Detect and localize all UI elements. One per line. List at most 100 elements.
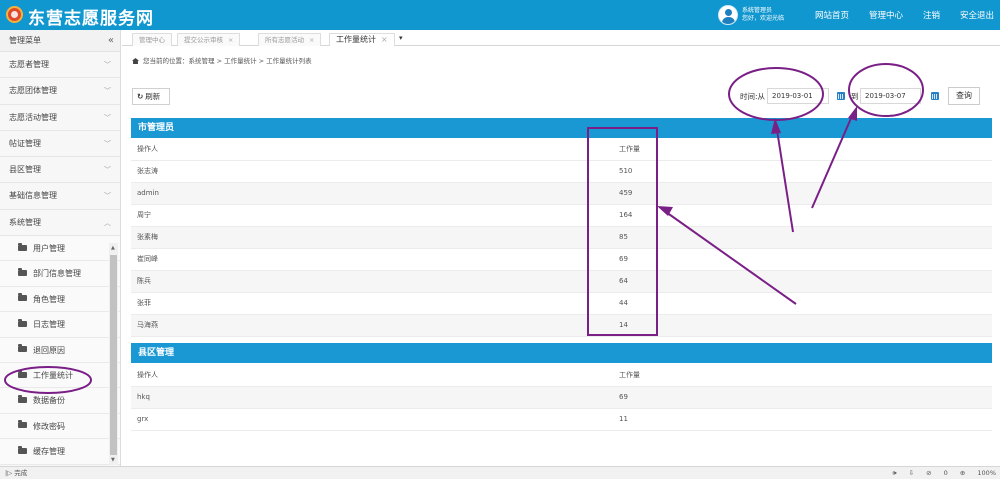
table-row: 马海燕 14 (131, 315, 992, 337)
sidebar-item-data-backup[interactable]: 数据备份 (0, 388, 120, 414)
sidebar-item-change-password[interactable]: 修改密码 (0, 413, 120, 440)
menu-label: 志愿团体管理 (9, 86, 57, 96)
refresh-icon: ↻ (137, 92, 144, 101)
calendar-icon[interactable] (931, 92, 939, 100)
close-icon[interactable]: × (309, 36, 314, 44)
folder-icon (18, 318, 27, 327)
tab-workload-stats[interactable]: 工作量统计 × (329, 33, 395, 46)
tab-all-activities[interactable]: 所有志愿活动 × (258, 33, 322, 46)
refresh-label: 刷新 (145, 92, 161, 101)
tab-bar: 管理中心 提交公示审核 × 所有志愿活动 × 工作量统计 × ▾ (122, 30, 1000, 46)
collapse-sidebar-icon[interactable]: « (108, 30, 114, 52)
col-workload: 工作量 (619, 145, 640, 153)
cell-operator: 张菲 (137, 299, 151, 307)
tab-dropdown-icon[interactable]: ▾ (399, 34, 403, 42)
sound-icon[interactable]: 🕪 (892, 469, 896, 477)
chevron-down-icon: ﹀ (104, 87, 111, 96)
sub-item-label: 数据备份 (33, 396, 65, 406)
cell-workload: 164 (619, 211, 633, 219)
folder-icon (18, 242, 27, 251)
sidebar-title: 管理菜单 (9, 36, 41, 45)
table-row: 崔同峰 69 (131, 249, 992, 271)
menu-basic-info[interactable]: 基础信息管理 ﹀ (0, 183, 120, 210)
status-left: |▷ 完成 (5, 469, 28, 477)
site-title: 东营志愿服务网 (28, 9, 154, 29)
zoom-level: 100% (977, 469, 996, 477)
scroll-up-icon[interactable]: ▲ (111, 245, 115, 251)
sub-item-label: 缓存管理 (33, 447, 65, 457)
table-row: grx 11 (131, 409, 992, 431)
date-from-input[interactable] (767, 88, 829, 104)
zoom-icon[interactable]: ⊕ 100% (960, 469, 996, 477)
menu-system[interactable]: 系统管理 ︿ (0, 210, 120, 237)
sidebar-header: 管理菜单 « (0, 30, 120, 52)
refresh-button[interactable]: ↻ 刷新 (132, 88, 170, 105)
query-button[interactable]: 查询 (948, 87, 980, 105)
user-info: 系统管理员 您好，欢迎光临 (742, 7, 784, 23)
sub-item-label: 工作量统计 (33, 371, 73, 381)
user-avatar-icon (718, 5, 738, 25)
col-operator: 操作人 (137, 371, 158, 379)
sidebar-item-return-reason[interactable]: 退回原因 (0, 337, 120, 364)
chevron-down-icon: ﹀ (104, 192, 111, 201)
breadcrumb-text: 您当前的位置：系统管理 > 工作量统计 > 工作量统计列表 (143, 57, 312, 65)
menu-volunteer[interactable]: 志愿者管理 ﹀ (0, 52, 120, 79)
sub-item-label: 角色管理 (33, 294, 65, 304)
menu-volunteer-activity[interactable]: 志愿活动管理 ﹀ (0, 105, 120, 131)
top-header: 东营志愿服务网 系统管理员 您好，欢迎光临 网站首页 管理中心 注销 安全退出 (0, 0, 1000, 30)
scroll-down-icon[interactable]: ▼ (111, 457, 115, 463)
chevron-down-icon: ﹀ (104, 113, 111, 122)
scrollbar-thumb[interactable] (110, 255, 117, 455)
cell-operator: hkq (137, 393, 150, 401)
cell-operator: admin (137, 189, 159, 197)
sidebar-item-log-mgmt[interactable]: 日志管理 (0, 312, 120, 338)
status-text: 完成 (14, 469, 28, 477)
sub-item-label: 日志管理 (33, 320, 65, 330)
sidebar-item-dept-mgmt[interactable]: 部门信息管理 (0, 261, 120, 287)
menu-certificate[interactable]: 帖证管理 ﹀ (0, 131, 120, 158)
user-role: 系统管理员 (742, 7, 773, 14)
cell-operator: 马海燕 (137, 321, 158, 329)
tab-label: 工作量统计 (336, 35, 376, 44)
nav-exit-link[interactable]: 安全退出 (960, 9, 994, 21)
menu-label: 志愿活动管理 (9, 112, 57, 122)
folder-icon (18, 267, 27, 276)
tab-submit-review[interactable]: 提交公示审核 × (177, 33, 241, 46)
close-icon[interactable]: × (381, 35, 388, 44)
menu-county[interactable]: 县区管理 ﹀ (0, 157, 120, 184)
cell-workload: 14 (619, 321, 628, 329)
city-admin-panel-title: 市管理员 (131, 118, 992, 138)
cell-workload: 510 (619, 167, 633, 175)
sub-item-label: 退回原因 (33, 345, 65, 355)
chevron-down-icon: ﹀ (104, 61, 111, 69)
tab-admin-center[interactable]: 管理中心 (132, 33, 172, 46)
tab-label: 提交公示审核 (184, 36, 223, 44)
time-from-label: 时间:从 (740, 92, 766, 101)
sidebar-scrollbar[interactable]: ▲ ▼ (109, 243, 118, 465)
folder-icon (18, 369, 27, 378)
col-operator: 操作人 (137, 145, 158, 153)
date-to-input[interactable] (860, 88, 921, 104)
col-workload: 工作量 (619, 371, 640, 379)
tab-label: 管理中心 (139, 36, 165, 44)
sidebar-item-workload-stats[interactable]: 工作量统计 (0, 363, 120, 389)
calendar-icon[interactable] (837, 92, 845, 100)
nav-logout-link[interactable]: 注销 (923, 9, 940, 21)
chevron-down-icon: ﹀ (104, 139, 111, 148)
blocked-icon[interactable]: ⊘ 0 (926, 469, 948, 477)
table-header-row: 操作人 工作量 (131, 139, 992, 161)
table-header-row: 操作人 工作量 (131, 365, 992, 387)
table-row: 陈兵 64 (131, 271, 992, 293)
sub-item-label: 修改密码 (33, 421, 65, 431)
menu-volunteer-group[interactable]: 志愿团体管理 ﹀ (0, 78, 120, 105)
close-icon[interactable]: × (228, 36, 233, 44)
nav-home-link[interactable]: 网站首页 (815, 9, 849, 21)
cell-operator: grx (137, 415, 149, 423)
download-icon[interactable]: ⇩ (909, 469, 914, 477)
nav-admin-center-link[interactable]: 管理中心 (869, 9, 903, 21)
sidebar-item-cache-mgmt[interactable]: 缓存管理 (0, 439, 120, 465)
site-logo-icon (6, 6, 23, 23)
sidebar-item-role-mgmt[interactable]: 角色管理 (0, 286, 120, 313)
table-row: 周宁 164 (131, 205, 992, 227)
sidebar-item-user-mgmt[interactable]: 用户管理 (0, 236, 120, 262)
